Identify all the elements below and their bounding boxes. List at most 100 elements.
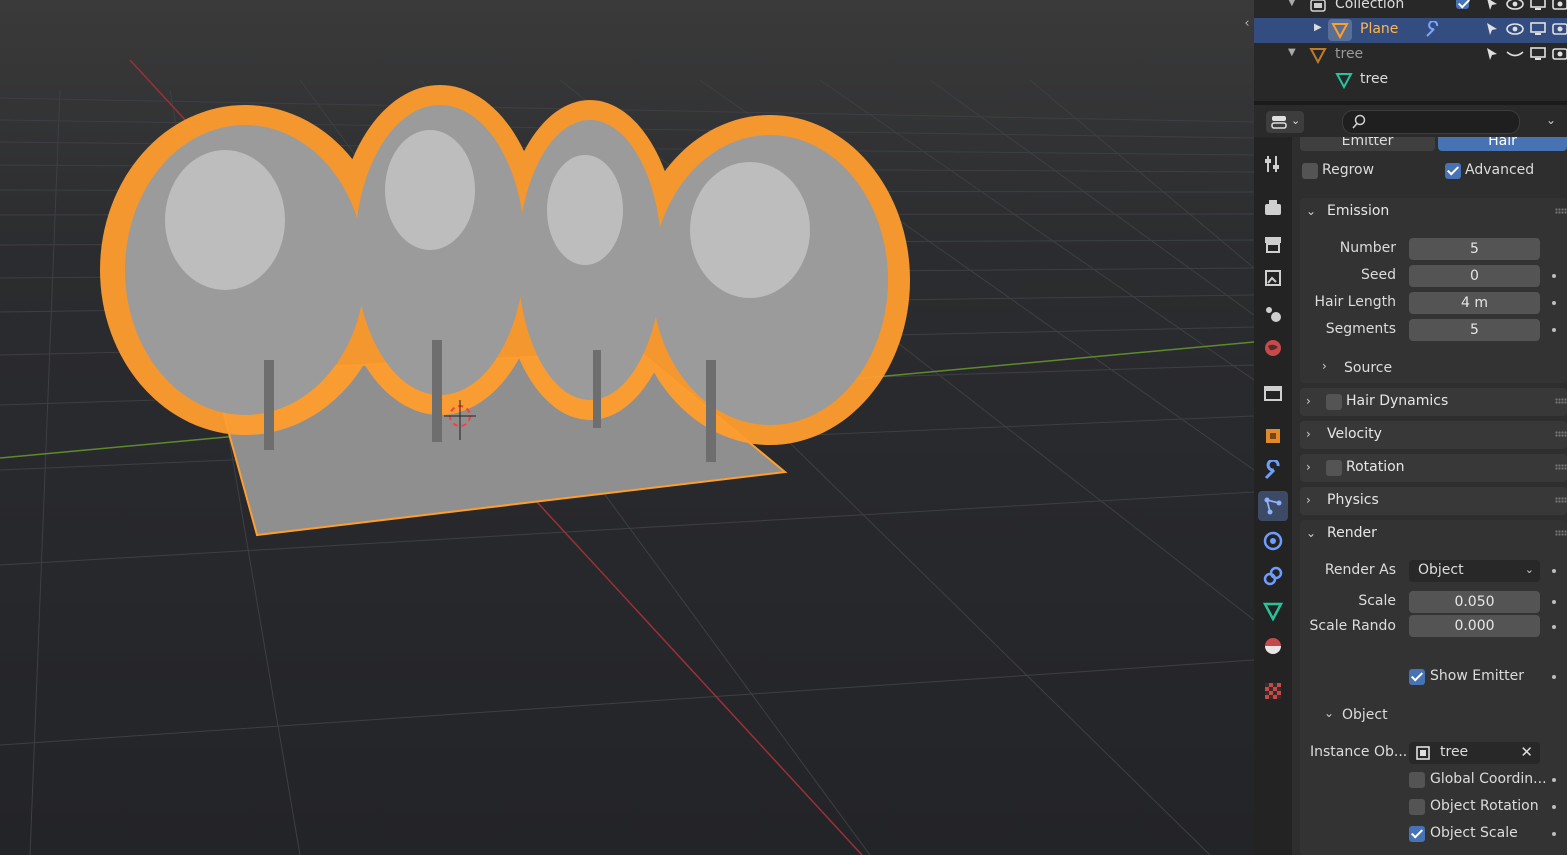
chevron-down-icon[interactable]: ⌄ (1546, 113, 1556, 127)
drag-handle-icon[interactable] (1555, 497, 1567, 503)
exclude-checkbox[interactable] (1456, 0, 1469, 9)
particles-tab-icon (1264, 497, 1282, 515)
render-header[interactable]: ⌄ Render (1300, 520, 1567, 548)
output-tab-icon[interactable] (1262, 233, 1284, 255)
select-cursor-icon[interactable] (1484, 0, 1500, 12)
mesh-object-icon (1331, 23, 1349, 40)
outliner-label: tree (1335, 46, 1364, 62)
keyframe-dot-icon[interactable] (1552, 805, 1556, 809)
segments-field[interactable]: 5 (1409, 319, 1540, 341)
select-cursor-icon[interactable] (1484, 21, 1500, 37)
drag-handle-icon[interactable] (1555, 208, 1567, 214)
regrow-checkbox[interactable] (1302, 163, 1318, 179)
instance-object-field[interactable]: tree ✕ (1409, 742, 1540, 764)
advanced-checkbox[interactable] (1445, 163, 1461, 179)
rotation-header[interactable]: › Rotation (1300, 454, 1567, 482)
hair-length-field[interactable]: 4 m (1409, 292, 1540, 314)
3d-viewport[interactable]: ‹ (0, 0, 1254, 855)
camera-icon[interactable] (1552, 0, 1567, 12)
seed-field[interactable]: 0 (1409, 265, 1540, 287)
emission-title: Emission (1327, 203, 1390, 219)
close-icon[interactable]: ✕ (1520, 743, 1533, 761)
search-icon (1352, 114, 1366, 129)
drag-handle-icon[interactable] (1555, 530, 1567, 536)
wrench-icon[interactable] (1424, 21, 1442, 39)
render-tab-icon[interactable] (1262, 197, 1284, 219)
scale-random-label: Scale Rando (1309, 618, 1396, 634)
object-data-tab-icon[interactable] (1262, 600, 1284, 622)
expand-triangle-icon[interactable]: ▶ (1314, 22, 1322, 33)
render-as-label: Render As (1324, 562, 1396, 578)
keyframe-dot-icon[interactable] (1552, 832, 1556, 836)
seed-label: Seed (1361, 267, 1396, 283)
physics-tab-icon[interactable] (1262, 530, 1284, 552)
physics-header[interactable]: › Physics (1300, 487, 1567, 515)
scene-tab-icon[interactable] (1262, 303, 1284, 325)
global-coordinates-checkbox[interactable] (1409, 772, 1425, 788)
collection-tab-icon[interactable] (1262, 382, 1284, 404)
drag-handle-icon[interactable] (1555, 431, 1567, 437)
hair-dynamics-header[interactable]: › Hair Dynamics (1300, 388, 1567, 416)
camera-icon[interactable] (1552, 46, 1567, 62)
outliner-row-tree-object[interactable]: ▼ tree (1254, 43, 1567, 68)
keyframe-dot-icon[interactable] (1552, 301, 1556, 305)
properties-search-input[interactable] (1342, 110, 1520, 134)
collapse-chevron-icon[interactable]: ‹ (1240, 16, 1254, 34)
velocity-header[interactable]: › Velocity (1300, 421, 1567, 449)
keyframe-dot-icon[interactable] (1552, 274, 1556, 278)
constraints-tab-icon[interactable] (1262, 565, 1284, 587)
expand-triangle-icon[interactable]: ▼ (1288, 47, 1296, 58)
rotation-checkbox[interactable] (1326, 460, 1342, 476)
monitor-icon[interactable] (1530, 46, 1546, 62)
object-subpanel-header[interactable]: ⌄ Object (1318, 701, 1567, 729)
outliner-label: Collection (1335, 0, 1405, 12)
expand-triangle-icon[interactable]: ▼ (1288, 0, 1296, 8)
modifier-tab-icon[interactable] (1262, 460, 1284, 482)
keyframe-dot-icon[interactable] (1552, 675, 1556, 679)
drag-handle-icon[interactable] (1555, 464, 1567, 470)
texture-tab-icon[interactable] (1262, 680, 1284, 702)
camera-icon[interactable] (1552, 21, 1567, 37)
emission-header[interactable]: ⌄ Emission (1300, 198, 1567, 226)
object-scale-checkbox[interactable] (1409, 826, 1425, 842)
physics-title: Physics (1327, 492, 1379, 508)
outliner-row-collection[interactable]: ▼ Collection (1254, 0, 1567, 18)
show-emitter-checkbox[interactable] (1409, 669, 1425, 685)
eye-icon[interactable] (1506, 0, 1524, 12)
outliner-row-plane[interactable]: ▶ Plane (1254, 18, 1567, 43)
render-as-dropdown[interactable]: Object ⌄ (1409, 560, 1540, 582)
world-tab-icon[interactable] (1262, 337, 1284, 359)
keyframe-dot-icon[interactable] (1552, 625, 1556, 629)
hair-dynamics-checkbox[interactable] (1326, 394, 1342, 410)
source-subpanel-header[interactable]: › Source (1318, 354, 1567, 382)
number-field[interactable]: 5 (1409, 238, 1540, 260)
chevron-down-icon: ⌄ (1306, 526, 1317, 540)
particle-properties: Emitter Hair Regrow Advanced ⌄ Emission … (1292, 137, 1567, 855)
outliner-label: Plane (1360, 21, 1399, 37)
scale-random-field[interactable]: 0.000 (1409, 615, 1540, 637)
regrow-label: Regrow (1322, 162, 1375, 178)
select-cursor-icon[interactable] (1484, 46, 1500, 62)
monitor-icon[interactable] (1530, 0, 1546, 12)
emitter-tab[interactable]: Emitter (1300, 137, 1435, 151)
eye-icon[interactable] (1506, 21, 1524, 37)
object-tab-icon[interactable] (1262, 425, 1284, 447)
keyframe-dot-icon[interactable] (1552, 600, 1556, 604)
hair-dynamics-title: Hair Dynamics (1346, 393, 1449, 409)
scale-field[interactable]: 0.050 (1409, 591, 1540, 613)
drag-handle-icon[interactable] (1555, 398, 1567, 404)
editor-type-button[interactable]: ⌄ (1266, 111, 1304, 133)
view-layer-tab-icon[interactable] (1262, 267, 1284, 289)
monitor-icon[interactable] (1530, 21, 1546, 37)
hair-tab[interactable]: Hair (1438, 137, 1567, 151)
keyframe-dot-icon[interactable] (1552, 778, 1556, 782)
tool-tab-icon[interactable] (1262, 153, 1284, 175)
object-rotation-checkbox[interactable] (1409, 799, 1425, 815)
hair-length-label: Hair Length (1314, 294, 1397, 310)
particles-tab[interactable] (1258, 491, 1288, 521)
outliner-row-tree-mesh[interactable]: tree (1254, 68, 1567, 93)
keyframe-dot-icon[interactable] (1552, 328, 1556, 332)
keyframe-dot-icon[interactable] (1552, 569, 1556, 573)
material-tab-icon[interactable] (1262, 635, 1284, 657)
eye-closed-icon[interactable] (1506, 46, 1524, 62)
